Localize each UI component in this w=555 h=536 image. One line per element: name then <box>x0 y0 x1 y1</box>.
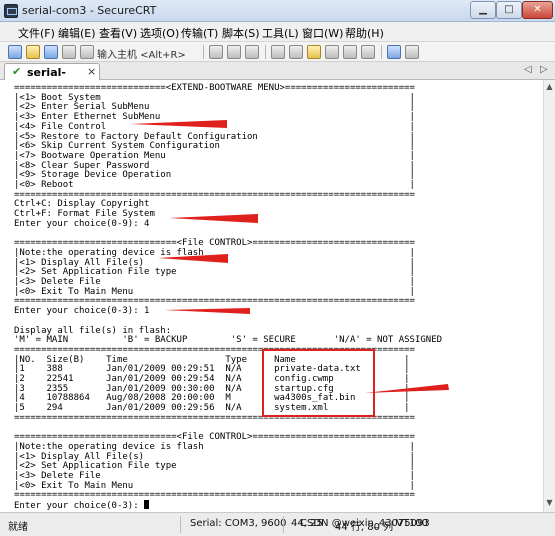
toolbar-separator <box>381 45 382 59</box>
paste-icon[interactable] <box>227 45 241 59</box>
menu-edit[interactable]: 编辑(E) <box>58 25 96 41</box>
terminal-line: ============================<EXTEND-BOOT… <box>14 83 415 93</box>
terminal-line: |<4> File Control | <box>14 121 415 132</box>
disconnect-icon[interactable] <box>80 45 94 59</box>
terminal-line: ========================================… <box>14 296 415 307</box>
terminal-line: |<1> Boot System | <box>14 92 415 103</box>
reconnect-icon[interactable] <box>62 45 76 59</box>
tab-close-icon[interactable]: × <box>87 65 96 78</box>
print-setup-icon[interactable] <box>289 45 303 59</box>
tab-scroll-left-icon[interactable]: ◁ <box>524 64 532 75</box>
toolbar-separator <box>265 45 266 59</box>
terminal-cursor <box>144 500 150 510</box>
terminal-line: |Note:the operating device is flash | <box>14 247 415 258</box>
terminal-line: Ctrl+F: Format File System <box>14 209 155 220</box>
menu-view[interactable]: 查看(V) <box>99 25 137 41</box>
terminal-line: |<3> Delete File | <box>14 277 415 287</box>
menu-tools[interactable]: 工具(L) <box>262 25 299 41</box>
terminal-line: |<6> Skip Current System Configuration | <box>14 141 415 152</box>
terminal-line: Ctrl+C: Display Copyright <box>14 199 150 210</box>
terminal-line: |<0> Exit To Main Menu | <box>14 480 415 491</box>
status-bar: 就绪 Serial: COM3, 9600 44, 25 44 行, 80 列 … <box>0 512 555 536</box>
terminal-line: |<2> Enter Serial SubMenu | <box>14 102 415 113</box>
close-window-button[interactable]: ✕ <box>522 1 553 19</box>
terminal-line: |<5> Restore to Factory Default Configur… <box>14 131 415 142</box>
status-separator <box>180 516 181 533</box>
connect-in-tab-icon[interactable] <box>44 45 58 59</box>
terminal-line: Display all file(s) in flash: <box>14 325 172 336</box>
sftp-icon[interactable] <box>325 45 339 59</box>
window-title: serial-com3 - SecureCRT <box>22 4 157 17</box>
terminal-line: |<2> Set Application File type | <box>14 461 415 472</box>
terminal-line: 'M' = MAIN 'B' = BACKUP 'S' = SECURE 'N/… <box>14 335 443 346</box>
toolbar-separator <box>203 45 204 59</box>
menu-help[interactable]: 帮助(H) <box>345 25 384 41</box>
title-bar: serial-com3 - SecureCRT ▁ □ ✕ <box>0 0 555 22</box>
copy-icon[interactable] <box>209 45 223 59</box>
terminal-line: |<0> Reboot | <box>14 180 415 190</box>
terminal-line: ========================================… <box>14 490 415 501</box>
scroll-up-icon[interactable]: ▲ <box>545 82 554 94</box>
terminal-line: |<2> Set Application File type | <box>14 267 415 278</box>
terminal-line: |<7> Bootware Operation Menu | <box>14 150 415 161</box>
print-icon[interactable] <box>271 45 285 59</box>
minimize-button[interactable]: ▁ <box>470 1 496 19</box>
terminal-line: |<8> Clear Super Password | <box>14 160 415 171</box>
menu-file[interactable]: 文件(F) <box>18 25 55 41</box>
terminal-line: Enter your choice(0-3): 1 <box>14 306 150 317</box>
maximize-button[interactable]: □ <box>496 1 522 19</box>
terminal-line: ==============================<File CONT… <box>14 432 415 443</box>
connected-check-icon: ✔ <box>12 65 22 78</box>
connect-icon[interactable] <box>8 45 22 59</box>
menu-window[interactable]: 窗口(W) <box>302 25 343 41</box>
csdn-watermark: CSDN @weixin_43075093 <box>300 518 430 529</box>
tab-bar: ✔ serial-com3 × ◁ ▷ <box>0 62 555 92</box>
terminal-line: |Note:the operating device is flash | <box>14 441 415 452</box>
settings-icon[interactable] <box>361 45 375 59</box>
find-icon[interactable] <box>245 45 259 59</box>
terminal-line: |<3> Delete File | <box>14 471 415 481</box>
tab-scroll-right-icon[interactable]: ▷ <box>540 64 548 75</box>
terminal-line: Enter your choice(0-9): 4 <box>14 218 150 229</box>
menu-transfer[interactable]: 传输(T) <box>181 25 218 41</box>
tab-serial-com3[interactable]: ✔ serial-com3 × <box>4 63 100 92</box>
terminal-output[interactable]: ============================<EXTEND-BOOT… <box>10 80 543 512</box>
menu-script[interactable]: 脚本(S) <box>222 25 260 41</box>
terminal-line: |<0> Exit To Main Menu | <box>14 286 415 297</box>
menu-options[interactable]: 选项(O) <box>140 25 179 41</box>
terminal-line: |<3> Enter Ethernet SubMenu | <box>14 112 415 123</box>
terminal-line: |<9> Storage Device Operation | <box>14 170 415 181</box>
session-options-icon[interactable] <box>307 45 321 59</box>
scroll-down-icon[interactable]: ▼ <box>545 498 554 510</box>
file-name-highlight-box <box>262 349 375 417</box>
help-icon[interactable] <box>387 45 401 59</box>
terminal-line: |<1> Display All File(s) | <box>14 451 415 462</box>
status-separator <box>283 516 284 533</box>
terminal-scrollbar[interactable]: ▲ ▼ <box>543 80 555 512</box>
quick-connect-input[interactable]: 输入主机 <Alt+R> <box>97 46 186 61</box>
securecrt-app-icon <box>4 4 18 18</box>
about-icon[interactable] <box>405 45 419 59</box>
terminal-line: Enter your choice(0-3): <box>14 500 150 511</box>
status-ready: 就绪 <box>8 522 28 533</box>
toolbar: 输入主机 <Alt+R> <box>0 42 555 62</box>
quick-connect-icon[interactable] <box>26 45 40 59</box>
keymap-icon[interactable] <box>343 45 357 59</box>
terminal-line: ==============================<File CONT… <box>14 238 415 249</box>
status-connection: Serial: COM3, 9600 <box>190 518 287 529</box>
terminal-line: |<1> Display All File(s) | <box>14 257 415 268</box>
menu-bar: 文件(F) 编辑(E) 查看(V) 选项(O) 传输(T) 脚本(S) 工具(L… <box>0 22 555 42</box>
terminal-line: ========================================… <box>14 189 415 200</box>
